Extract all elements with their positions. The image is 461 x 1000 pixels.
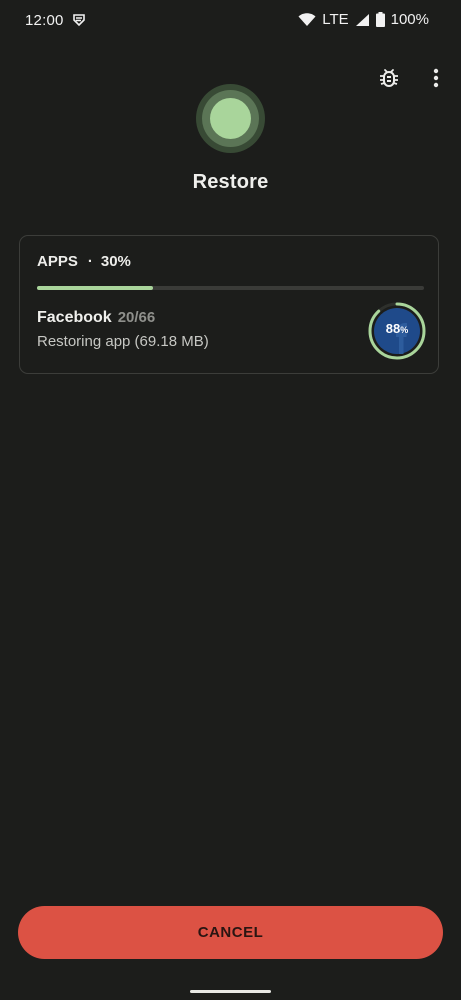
debug-button[interactable] [376,65,402,91]
battery-icon [375,12,385,27]
app-progress-label: 88% [367,321,427,336]
bug-icon [380,69,398,87]
app-percent-unit: % [400,325,409,335]
restore-status-icon [196,84,265,153]
status-time: 12:00 [25,12,64,29]
restore-status-core [210,98,251,139]
overall-progress-fill [37,286,154,290]
restore-status-ring [202,90,259,147]
shield-notification-icon [73,14,85,27]
page-title: Restore [192,171,269,193]
gesture-nav-bar[interactable] [190,990,271,993]
card-heading: APPS · 30% [37,253,131,270]
section-label: APPS [37,253,78,270]
overall-percent: 30% [100,253,131,270]
more-vert-icon [433,68,439,88]
app-percent-value: 88 [385,321,401,336]
status-right: LTE 100% [298,11,429,28]
more-options-button[interactable] [424,65,448,91]
wifi-icon [298,12,316,26]
signal-icon [355,13,369,26]
network-type: LTE [322,11,349,28]
app-count: 20/66 [117,309,156,326]
battery-level: 100% [390,11,429,28]
cancel-button[interactable]: CANCEL [18,906,443,959]
restore-progress-card: APPS · 30% Facebook 20/66 Restoring app (… [19,235,439,374]
overall-progress-bar [37,286,424,290]
app-name: Facebook [37,309,112,326]
app-name-line: Facebook 20/66 [37,309,155,327]
app-progress-indicator: 88% [367,301,427,361]
section-separator: · [87,253,93,270]
app-status: Restoring app (69.18 MB) [37,333,209,350]
status-bar: 12:00 LTE 100% [0,0,461,42]
